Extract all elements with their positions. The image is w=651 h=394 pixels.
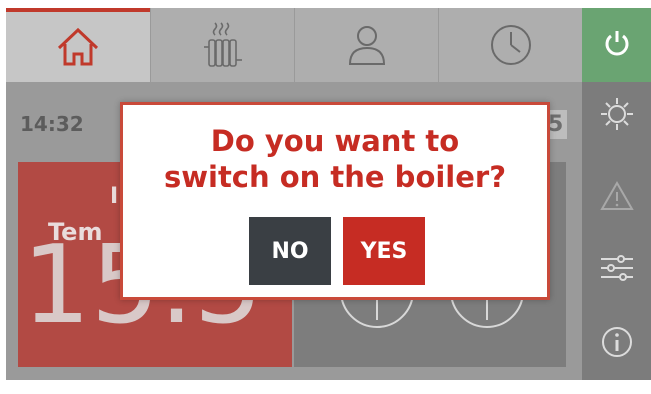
- warning-icon: [599, 180, 634, 216]
- tab-home[interactable]: [6, 8, 150, 82]
- tab-bar: [6, 8, 582, 82]
- info-icon: [600, 325, 634, 363]
- home-icon: [55, 26, 101, 68]
- info-button[interactable]: [582, 314, 651, 374]
- temperature-panel-header: I: [110, 184, 119, 209]
- power-button[interactable]: [582, 8, 651, 82]
- season-mode-button[interactable]: [582, 86, 651, 146]
- no-button[interactable]: NO: [249, 217, 331, 285]
- sun-snowflake-icon: [599, 96, 635, 136]
- tab-heating[interactable]: [151, 8, 294, 82]
- yes-button[interactable]: YES: [343, 217, 425, 285]
- sliders-icon: [599, 251, 635, 289]
- tab-schedule[interactable]: [439, 8, 582, 82]
- settings-button[interactable]: [582, 240, 651, 300]
- boiler-confirm-dialog: Do you want to switch on the boiler? NO …: [120, 102, 550, 300]
- current-time: 14:32: [20, 112, 84, 136]
- tab-user[interactable]: [295, 8, 438, 82]
- dialog-message: Do you want to switch on the boiler?: [123, 123, 547, 195]
- thermostat-screen: 14:32 5 I Tem 15.5 Do you want to switch…: [6, 8, 651, 380]
- sidebar: [582, 8, 651, 380]
- clock-icon: [488, 22, 534, 68]
- dialog-message-line1: Do you want to: [210, 124, 460, 158]
- dialog-message-line2: switch on the boiler?: [163, 160, 507, 194]
- power-icon: [602, 28, 632, 62]
- radiator-icon: [199, 20, 247, 70]
- user-icon: [344, 22, 390, 68]
- alarms-button[interactable]: [582, 168, 651, 228]
